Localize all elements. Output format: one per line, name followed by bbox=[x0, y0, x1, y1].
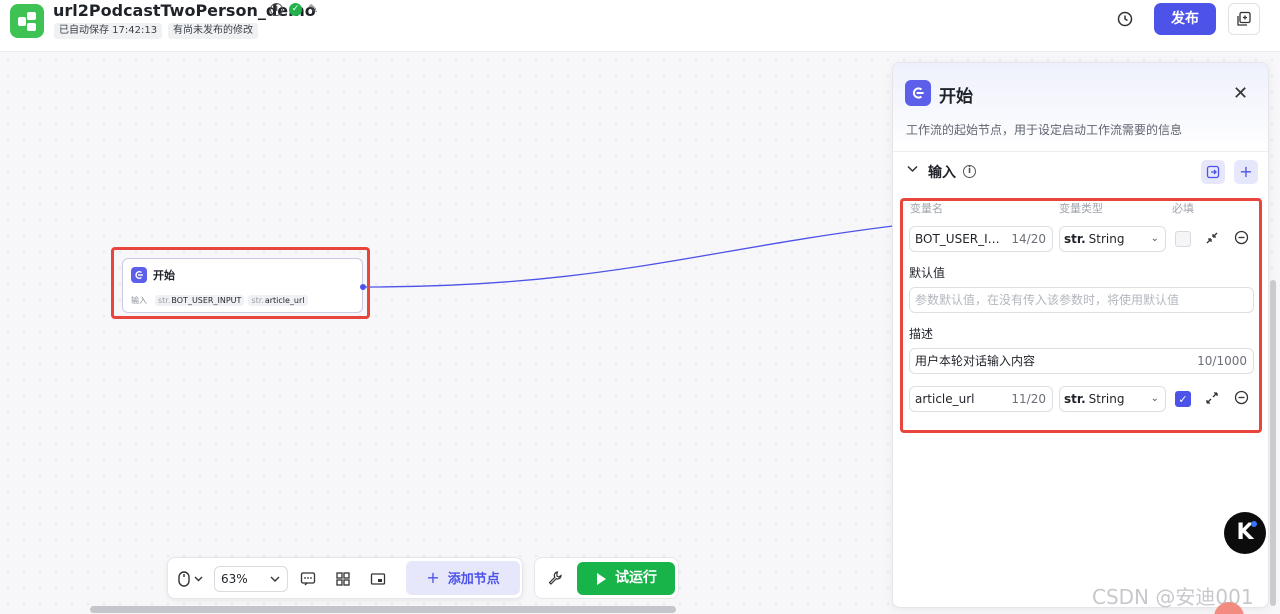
node-input-label: 输入 bbox=[131, 296, 147, 305]
publish-button[interactable]: 发布 bbox=[1154, 3, 1216, 35]
info-icon[interactable]: i bbox=[963, 165, 976, 178]
unpublished-badge: 有尚未发布的修改 bbox=[168, 23, 258, 39]
edit-icon[interactable]: ✎ bbox=[308, 3, 321, 16]
horizontal-scrollbar[interactable] bbox=[90, 606, 676, 613]
zoom-select[interactable]: 63% bbox=[214, 566, 288, 592]
app-logo bbox=[10, 4, 44, 38]
import-variables-icon[interactable] bbox=[1201, 160, 1225, 184]
start-icon bbox=[905, 80, 931, 106]
canvas-toolbar: 63% + 添加节点 bbox=[167, 557, 523, 599]
run-toolbar: 试运行 bbox=[534, 557, 679, 599]
vertical-scrollbar[interactable] bbox=[1270, 280, 1276, 606]
add-node-button[interactable]: + 添加节点 bbox=[406, 561, 520, 595]
play-icon bbox=[597, 573, 606, 585]
panel-description: 工作流的起始节点，用于设定启动工作流需要的信息 bbox=[906, 123, 1183, 137]
node-input-chip: str.BOT_USER_INPUT bbox=[155, 295, 245, 306]
layout-grid-icon[interactable] bbox=[335, 571, 351, 587]
wrench-icon[interactable] bbox=[547, 570, 563, 590]
panel-title: 开始 bbox=[939, 87, 973, 107]
node-input-chip: str.article_url bbox=[248, 295, 308, 306]
history-icon[interactable] bbox=[1109, 3, 1141, 35]
comment-icon[interactable] bbox=[300, 571, 316, 587]
start-icon bbox=[131, 267, 147, 283]
input-section-title: 输入 bbox=[928, 165, 956, 181]
close-icon[interactable]: ✕ bbox=[1233, 83, 1248, 104]
info-icon[interactable]: i bbox=[270, 3, 283, 16]
check-circle-icon: ✓ bbox=[289, 3, 302, 16]
top-header: url2PodcastTwoPerson_demo i ✓ ✎ 已自动保存 17… bbox=[0, 0, 1280, 52]
chevron-down-icon[interactable] bbox=[907, 163, 918, 176]
mouse-mode-icon[interactable] bbox=[178, 571, 204, 591]
test-run-button[interactable]: 试运行 bbox=[577, 562, 675, 595]
highlight-box-variables bbox=[900, 198, 1262, 433]
node-title: 开始 bbox=[153, 269, 175, 282]
node-output-port[interactable] bbox=[360, 284, 366, 290]
copy-workflow-icon[interactable] bbox=[1228, 3, 1260, 35]
plus-icon: + bbox=[426, 568, 440, 587]
minimap-icon[interactable] bbox=[370, 571, 386, 587]
add-variable-button[interactable]: + bbox=[1234, 160, 1258, 184]
autosave-status: 已自动保存 17:42:13 bbox=[54, 23, 163, 39]
start-node[interactable]: 开始 输入 str.BOT_USER_INPUT str.article_url bbox=[122, 258, 363, 313]
assistant-button[interactable]: K bbox=[1224, 512, 1266, 554]
